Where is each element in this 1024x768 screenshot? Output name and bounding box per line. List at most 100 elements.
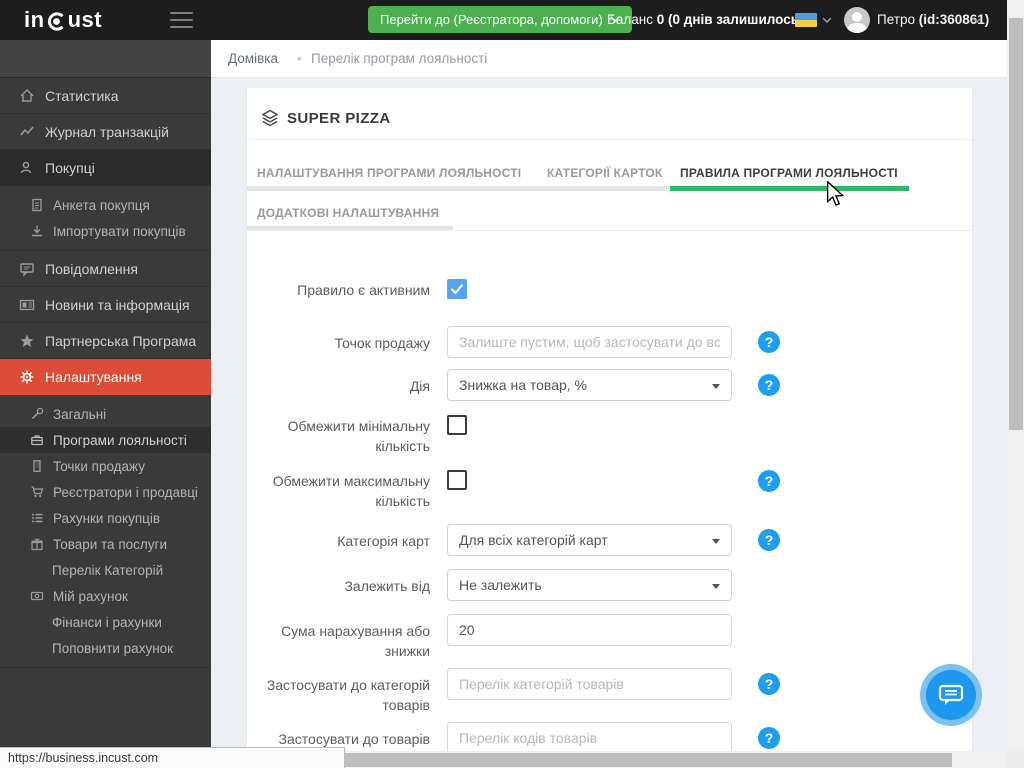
sidebar-item-partner-program[interactable]: Партнерська Програма [0,323,211,359]
breadcrumb-separator: • [297,51,302,66]
field-label: Залежить від [257,576,430,596]
sidebar-item-label: Покупці [45,160,95,176]
sidebar-item-label: Мій рахунок [53,589,128,604]
sidebar-item-finances-accounts[interactable]: Фінанси і рахунки [0,609,211,635]
apply-to-categories-input[interactable] [447,668,732,700]
check-icon [450,283,464,295]
sidebar-item-customer-accounts[interactable]: Рахунки покупців [0,505,211,531]
rule-active-checkbox[interactable] [447,279,467,299]
download-icon [29,224,45,238]
chevron-down-icon [712,584,720,589]
sidebar-item-label: Повідомлення [45,261,138,277]
chat-icon [19,261,35,277]
limit-min-quantity-checkbox[interactable] [447,415,467,435]
go-to-button[interactable]: Перейти до (Реєстратора, допомоги) [368,6,632,33]
user-name: Петро [877,12,915,27]
help-icon[interactable]: ? [758,529,780,551]
sidebar-item-statistics[interactable]: Статистика [0,78,211,114]
sidebar-item-label: Анкета покупця [53,198,150,213]
breadcrumb-home-link[interactable]: Домівка [228,51,278,66]
balance-value: 0 (0 днів залишилось) [657,12,804,27]
sidebar-item-settings[interactable]: Налаштування [0,359,211,395]
sidebar-item-messages[interactable]: Повідомлення [0,251,211,287]
briefcase-icon [29,433,45,447]
help-icon[interactable]: ? [758,727,780,749]
field-label: Правило є активним [257,280,430,300]
sidebar-item-top-up-account[interactable]: Поповнити рахунок [0,635,211,661]
logo-text-left: in [24,7,45,33]
select-value: Знижка на товар, % [459,377,587,393]
card-category-select[interactable]: Для всіх категорій карт [447,524,732,556]
sidebar-item-label: Новини та інформація [45,297,190,313]
sidebar-item-label: Фінанси і рахунки [52,615,162,630]
line-chart-icon [19,124,35,140]
sidebar-item-label: Програми лояльності [53,433,187,448]
sidebar-item-label: Імпортувати покупців [53,224,186,239]
tab-loyalty-program-rules[interactable]: ПРАВИЛА ПРОГРАМИ ЛОЯЛЬНОСТІ [670,158,909,191]
sidebar-item-registrars-sellers[interactable]: Реєстратори і продавці [0,479,211,505]
layers-icon [261,109,279,127]
sidebar-item-news[interactable]: Новини та інформація [0,287,211,323]
help-icon[interactable]: ? [758,470,780,492]
tab-loyalty-program-settings[interactable]: НАЛАШТУВАННЯ ПРОГРАМИ ЛОЯЛЬНОСТІ [247,158,544,191]
language-chevron-down-icon[interactable] [822,17,832,24]
cart-icon [29,485,45,499]
sidebar-item-import-customers[interactable]: Імпортувати покупців [0,218,211,244]
chat-bubble-icon [926,670,976,720]
help-icon[interactable]: ? [758,374,780,396]
program-title: SUPER PIZZA [287,110,391,127]
sidebar-item-label: Точки продажу [53,459,145,474]
sidebar-item-loyalty-programs[interactable]: Програми лояльності [0,427,211,453]
sidebar-item-label: Журнал транзакцій [45,124,169,140]
sidebar-item-label: Статистика [45,88,119,104]
go-to-button-label: Перейти до (Реєстратора, допомоги) [380,12,603,27]
help-icon[interactable]: ? [758,331,780,353]
amount-input[interactable] [447,614,732,646]
field-label: Обмежити мінімальну кількість [257,416,430,456]
field-label: Категорія карт [257,531,430,551]
newspaper-icon [19,297,35,313]
tab-label: НАЛАШТУВАННЯ ПРОГРАМИ ЛОЯЛЬНОСТІ [257,166,521,180]
select-value: Для всіх категорій карт [459,532,608,548]
scrollbar-corner [1007,751,1024,768]
field-label: Сума нарахування або знижки [257,621,430,661]
sidebar-item-general[interactable]: Загальні [0,401,211,427]
limit-max-quantity-checkbox[interactable] [447,470,467,490]
balance-label: Баланс [607,12,653,27]
gear-icon [19,369,35,385]
logo-c-icon [46,11,67,32]
apply-to-goods-input[interactable] [447,722,732,751]
sidebar-item-goods-services[interactable]: Товари та послуги [0,531,211,557]
hamburger-menu-icon[interactable] [170,12,193,28]
sidebar-nav: Статистика Журнал транзакцій Покупці Анк… [0,40,211,751]
building-icon [29,459,45,473]
language-flag-icon[interactable] [795,13,817,27]
field-label: Застосувати до категорій товарів [257,675,430,715]
points-of-sale-input[interactable] [447,326,732,358]
sidebar-item-customer-form[interactable]: Анкета покупця [0,192,211,218]
help-icon[interactable]: ? [758,673,780,695]
sidebar-header [0,40,211,78]
chevron-down-icon [712,384,720,389]
tab-card-categories[interactable]: КАТЕГОРІЇ КАРТОК [544,158,670,191]
chat-widget-button[interactable] [920,664,982,726]
main-content: Домівка • Перелік програм лояльності SUP… [211,40,1007,751]
user-avatar[interactable] [844,7,870,33]
card-header: SUPER PIZZA [247,88,972,140]
depends-on-select[interactable]: Не залежить [447,569,732,601]
sidebar-item-my-account[interactable]: Мій рахунок [0,583,211,609]
sidebar-item-points-of-sale[interactable]: Точки продажу [0,453,211,479]
tab-additional-settings[interactable]: ДОДАТКОВІ НАЛАШТУВАННЯ [247,198,453,231]
vertical-scrollbar-thumb[interactable] [1009,18,1023,430]
breadcrumb: Домівка • Перелік програм лояльності [211,40,1007,78]
sidebar-item-categories-list[interactable]: Перелік Категорій [0,557,211,583]
user-chevron-down-icon[interactable] [972,17,982,24]
wrench-icon [29,407,45,421]
sidebar-item-customers[interactable]: Покупці [0,150,211,186]
sidebar-item-transactions-log[interactable]: Журнал транзакцій [0,114,211,150]
field-label: Точок продажу [257,333,430,353]
action-select[interactable]: Знижка на товар, % [447,369,732,401]
tab-label: КАТЕГОРІЇ КАРТОК [547,166,662,180]
sidebar-item-label: Товари та послуги [53,537,167,552]
logo-text-right: ust [68,7,103,33]
